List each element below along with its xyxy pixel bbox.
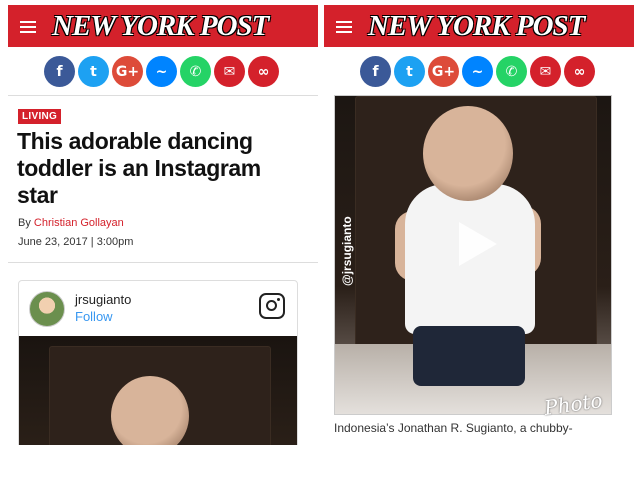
share-bar: f t G+ ~ ✆ ✉ ∞: [44, 56, 279, 88]
author-link[interactable]: Christian Gollayan: [34, 217, 124, 229]
twitter-icon[interactable]: t: [394, 56, 425, 87]
messenger-icon[interactable]: ~: [462, 56, 493, 87]
follow-button[interactable]: Follow: [75, 309, 113, 324]
twitter-icon[interactable]: t: [78, 56, 109, 87]
divider: [8, 95, 318, 96]
byline: By Christian Gollayan: [18, 217, 124, 229]
instagram-video-thumbnail[interactable]: [19, 336, 297, 445]
facebook-icon[interactable]: f: [360, 56, 391, 87]
site-header: NEW YORK POST: [8, 5, 318, 47]
whatsapp-icon[interactable]: ✆: [180, 56, 211, 87]
article-headline: This adorable dancing toddler is an Inst…: [17, 128, 261, 208]
email-icon[interactable]: ✉: [214, 56, 245, 87]
link-icon[interactable]: ∞: [564, 56, 595, 87]
toddler-image: [423, 106, 513, 201]
link-icon[interactable]: ∞: [248, 56, 279, 87]
site-header: NEW YORK POST: [324, 5, 634, 47]
hamburger-menu-icon[interactable]: [336, 18, 352, 34]
new-york-post-logo[interactable]: NEW YORK POST: [52, 10, 308, 42]
video-watermark: @jrsugianto: [340, 216, 354, 286]
facebook-icon[interactable]: f: [44, 56, 75, 87]
email-icon[interactable]: ✉: [530, 56, 561, 87]
publish-date: June 23, 2017 | 3:00pm: [18, 236, 134, 248]
whatsapp-icon[interactable]: ✆: [496, 56, 527, 87]
messenger-icon[interactable]: ~: [146, 56, 177, 87]
avatar[interactable]: [29, 291, 65, 327]
google-plus-icon[interactable]: G+: [428, 56, 459, 87]
article-screen-left: NEW YORK POST f t G+ ~ ✆ ✉ ∞ LIVING This adora…: [8, 0, 318, 445]
hamburger-menu-icon[interactable]: [20, 18, 36, 34]
share-bar: f t G+ ~ ✆ ✉ ∞: [360, 56, 595, 88]
article-screen-right: NEW YORK POST f t G+ ~ ✆ ✉ ∞ @jrsugianto Indon…: [324, 0, 634, 445]
photo-caption: Indonesia’s Jonathan R. Sugianto, a chub…: [334, 421, 573, 435]
instagram-icon[interactable]: [259, 293, 285, 319]
section-badge[interactable]: LIVING: [18, 109, 62, 124]
play-icon[interactable]: [447, 216, 503, 272]
divider: [8, 262, 318, 263]
instagram-username[interactable]: jrsugianto: [75, 292, 131, 307]
instagram-embed: jrsugianto Follow: [18, 280, 298, 445]
google-plus-icon[interactable]: G+: [112, 56, 143, 87]
byline-prefix: By: [18, 217, 34, 229]
instagram-video-player[interactable]: @jrsugianto: [334, 95, 612, 415]
new-york-post-logo[interactable]: NEW YORK POST: [368, 10, 624, 42]
toddler-shorts: [413, 326, 525, 386]
